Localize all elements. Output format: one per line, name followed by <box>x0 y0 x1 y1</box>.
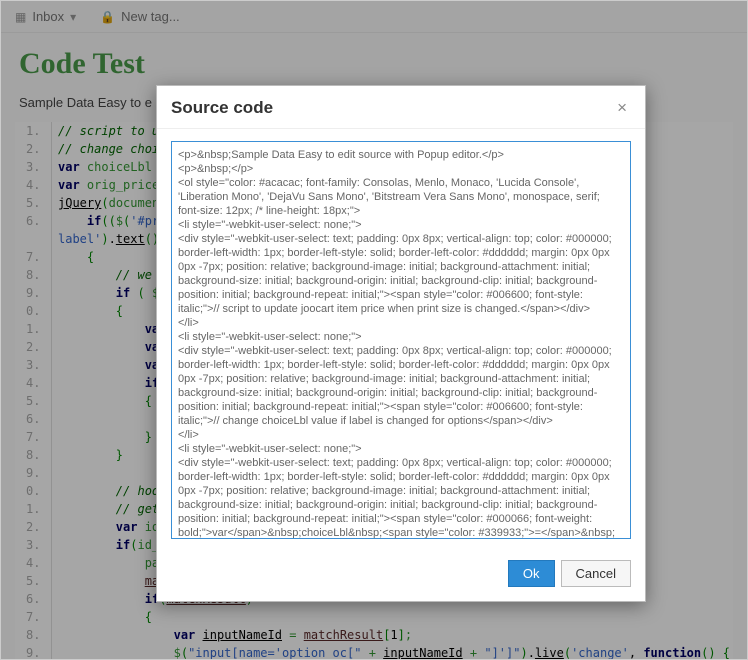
close-icon: × <box>617 98 627 117</box>
screenshot-stage: ▦ Inbox ▾ 🔒 New tag... Code Test Sample … <box>0 0 748 660</box>
source-code-modal: Source code × Ok Cancel <box>156 85 646 602</box>
modal-header: Source code × <box>157 86 645 129</box>
modal-title: Source code <box>171 98 273 118</box>
modal-body <box>157 129 645 552</box>
close-button[interactable]: × <box>613 98 631 118</box>
ok-button[interactable]: Ok <box>508 560 555 587</box>
cancel-button[interactable]: Cancel <box>561 560 631 587</box>
source-code-textarea[interactable] <box>171 141 631 539</box>
modal-footer: Ok Cancel <box>157 552 645 601</box>
